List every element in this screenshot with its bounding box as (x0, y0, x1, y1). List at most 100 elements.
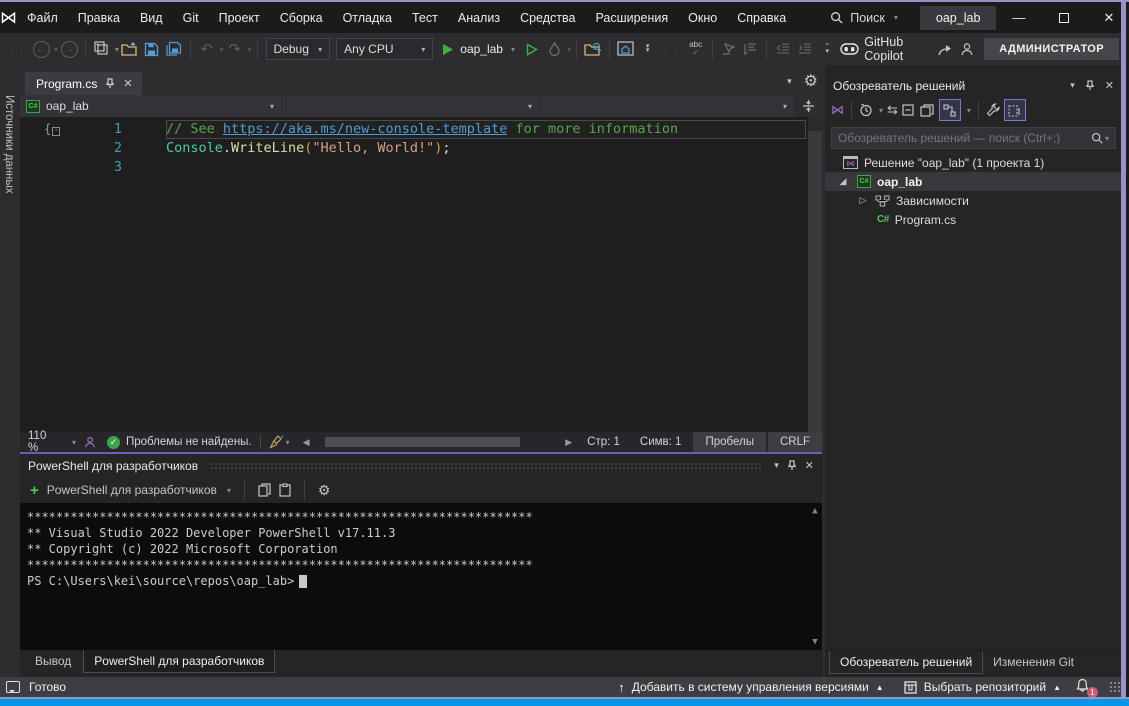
menu-tools[interactable]: Средства (510, 5, 585, 31)
code-editor[interactable]: {ᵃ 1 // See https://aka.ms/new-console-t… (20, 117, 822, 432)
start-without-debugging-button[interactable] (522, 37, 542, 61)
tab-powershell[interactable]: PowerShell для разработчиков (83, 650, 275, 673)
scope-to-this-icon[interactable] (920, 104, 935, 117)
save-button[interactable] (142, 37, 162, 61)
pin-icon[interactable] (105, 78, 115, 89)
open-file-button[interactable] (120, 37, 140, 61)
problems-status-text[interactable]: Проблемы не найдены. (126, 436, 252, 448)
menu-test[interactable]: Тест (402, 5, 448, 31)
scroll-right-icon[interactable]: ▶ (560, 437, 577, 448)
chevron-down-icon[interactable]: ▾ (54, 45, 58, 54)
type-dropdown[interactable]: ▾ (282, 95, 540, 117)
add-to-source-control-button[interactable]: ↑ Добавить в систему управления версиями… (612, 680, 889, 695)
solution-home-button[interactable] (616, 37, 636, 61)
share-button[interactable] (935, 37, 955, 61)
undo-button[interactable]: ↶ (197, 37, 217, 61)
solution-search-box[interactable]: ▾ (831, 127, 1116, 149)
platform-dropdown[interactable]: Any CPU▾ (336, 38, 433, 60)
gear-icon[interactable]: ⚙ (318, 482, 331, 499)
select-repository-button[interactable]: Выбрать репозиторий ▲ (898, 680, 1067, 694)
solution-search-input[interactable] (838, 131, 1087, 145)
menu-help[interactable]: Справка (727, 5, 796, 31)
redo-button[interactable]: ↷ (225, 37, 245, 61)
tab-list-chevron-icon[interactable]: ▾ (787, 76, 792, 87)
collapse-arrow-icon[interactable]: ▷ (857, 195, 869, 206)
new-terminal-plus-icon[interactable]: + (30, 482, 39, 499)
solution-explorer-header[interactable]: Обозреватель решений ▾ ✕ (825, 76, 1122, 95)
github-copilot-label[interactable]: GitHub Copilot (864, 35, 930, 63)
pending-changes-filter-icon[interactable] (859, 103, 873, 117)
tree-row-dependencies[interactable]: ▷ Зависимости (825, 191, 1122, 210)
start-debugging-button[interactable]: oap_lab ▾ (436, 37, 521, 61)
notifications-button[interactable]: 1 (1075, 678, 1095, 696)
line-indicator[interactable]: Стр: 1 (577, 436, 630, 448)
copy-icon[interactable] (258, 483, 271, 497)
minimize-button[interactable]: — (996, 2, 1041, 33)
terminal-output[interactable]: ****************************************… (20, 503, 822, 650)
pin-icon[interactable] (1085, 80, 1095, 91)
chevron-down-icon[interactable]: ▾ (227, 486, 231, 495)
menu-edit[interactable]: Правка (68, 5, 130, 31)
maximize-button[interactable] (1041, 2, 1086, 33)
chevron-down-icon[interactable]: ▾ (774, 460, 779, 471)
tab-git-changes[interactable]: Изменения Git (983, 651, 1084, 673)
terminal-scrollbar[interactable]: ▲▼ (808, 503, 822, 650)
code-link[interactable]: https://aka.ms/new-console-template (223, 121, 507, 137)
split-window-button[interactable] (795, 95, 822, 117)
new-terminal-label[interactable]: PowerShell для разработчиков (47, 483, 217, 497)
spaces-toggle[interactable]: Пробелы (693, 432, 766, 452)
terminal-header[interactable]: PowerShell для разработчиков ▾ ✕ (20, 454, 822, 477)
tree-row-program-cs[interactable]: C# Program.cs (825, 210, 1122, 229)
toolbar-grip[interactable]: ⋮⋮ (7, 44, 27, 55)
hot-reload-button[interactable] (544, 37, 564, 61)
tree-row-solution[interactable]: ⋈ Решение "oap_lab" (1 проекта 1) (825, 153, 1122, 172)
close-panel-icon[interactable]: ✕ (805, 459, 814, 472)
spell-check-button[interactable]: abc✓ (686, 37, 706, 61)
edit-pointer-icon[interactable] (718, 37, 738, 61)
paste-icon[interactable] (279, 483, 291, 497)
switch-views-icon[interactable]: ⋈ (831, 102, 844, 118)
quotes-toggle-icon[interactable]: "▾ (817, 37, 837, 61)
tab-solution-explorer[interactable]: Обозреватель решений (829, 651, 983, 674)
column-indicator[interactable]: Симв: 1 (630, 436, 692, 448)
properties-wrench-icon[interactable] (986, 103, 1000, 117)
tab-program-cs[interactable]: Program.cs ✕ (25, 72, 142, 95)
save-all-button[interactable] (164, 37, 184, 61)
configuration-dropdown[interactable]: Debug▾ (266, 38, 331, 60)
zoom-dropdown[interactable]: 110 % ▾ (20, 430, 84, 454)
close-tab-icon[interactable]: ✕ (123, 77, 132, 90)
solution-name-badge[interactable]: oap_lab (920, 6, 997, 30)
menu-window[interactable]: Окно (678, 5, 727, 31)
gear-icon[interactable]: ⚙ (804, 71, 818, 91)
find-in-files-button[interactable] (583, 37, 603, 61)
menu-project[interactable]: Проект (209, 5, 270, 31)
collapse-all-icon[interactable] (902, 104, 916, 117)
scrollbar-thumb[interactable] (325, 437, 520, 447)
feedback-icon[interactable] (84, 435, 97, 449)
chevron-down-icon[interactable]: ▾ (115, 45, 119, 54)
chevron-down-icon[interactable]: ▾ (1070, 80, 1075, 91)
format-document-icon[interactable] (740, 37, 760, 61)
chevron-down-icon[interactable]: ▾ (967, 106, 971, 115)
new-project-button[interactable] (92, 37, 112, 61)
scroll-left-icon[interactable]: ◀ (298, 437, 315, 448)
collapse-scope-button[interactable]: ▾▾ (638, 37, 658, 61)
search-icon[interactable] (1091, 132, 1103, 144)
sync-namespaces-icon[interactable]: ⇆ (887, 102, 898, 118)
sync-with-active-document-button[interactable] (939, 99, 961, 121)
pin-icon[interactable] (787, 460, 797, 471)
task-status-icon[interactable] (6, 681, 20, 693)
menu-git[interactable]: Git (173, 5, 209, 31)
expand-arrow-icon[interactable]: ◢ (837, 176, 849, 187)
feedback-person-icon[interactable] (957, 37, 977, 61)
menu-analyze[interactable]: Анализ (448, 5, 510, 31)
search-control[interactable]: Поиск ▾ (822, 7, 906, 29)
menu-file[interactable]: Файл (17, 5, 68, 31)
project-dropdown[interactable]: C# oap_lab ▾ (20, 95, 282, 117)
editor-vertical-scrollbar[interactable] (808, 117, 822, 432)
chevron-down-icon[interactable]: ▾ (286, 438, 290, 447)
close-panel-icon[interactable]: ✕ (1105, 79, 1114, 92)
menu-debug[interactable]: Отладка (333, 5, 402, 31)
chevron-down-icon[interactable]: ▾ (1105, 134, 1109, 143)
decrease-indent-icon[interactable] (773, 37, 793, 61)
